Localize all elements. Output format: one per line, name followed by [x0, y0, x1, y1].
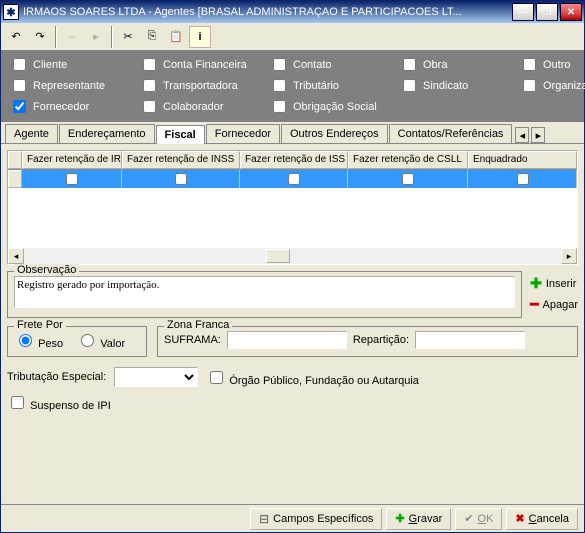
- scroll-right-icon[interactable]: ▸: [561, 248, 577, 264]
- close-button[interactable]: ✕: [560, 3, 582, 21]
- copy-icon[interactable]: ⎘: [141, 26, 163, 48]
- filter-organizacao[interactable]: Organização: [519, 76, 585, 95]
- undo-icon[interactable]: ↶: [5, 26, 27, 48]
- cell-inss-check[interactable]: [175, 173, 187, 185]
- observacao-group: Observação: [7, 271, 522, 318]
- tab-content: Fazer retenção de IR Fazer retenção de I…: [1, 144, 584, 504]
- app-icon: ✱: [3, 4, 19, 20]
- ok-button[interactable]: ✔OK: [455, 508, 502, 530]
- first-icon[interactable]: –: [61, 26, 83, 48]
- filter-contato[interactable]: Contato: [269, 55, 399, 74]
- plus-icon: ✚: [395, 512, 404, 525]
- redo-icon[interactable]: ↷: [29, 26, 51, 48]
- tab-scroll-right[interactable]: ▸: [531, 127, 545, 143]
- restore-button[interactable]: ❐: [536, 3, 558, 21]
- cell-csll-check[interactable]: [402, 173, 414, 185]
- filter-sindicato[interactable]: Sindicato: [399, 76, 519, 95]
- minus-icon: ━: [530, 296, 538, 313]
- tributacao-select[interactable]: [114, 367, 198, 387]
- check-icon: ✔: [464, 512, 473, 525]
- cancela-button[interactable]: ✖Cancela: [506, 508, 578, 530]
- reparticao-input[interactable]: [415, 331, 525, 349]
- filter-cliente[interactable]: Cliente: [9, 55, 139, 74]
- tree-icon: ⊟: [259, 512, 269, 526]
- apagar-button[interactable]: ━Apagar: [530, 296, 578, 313]
- frete-peso-radio[interactable]: Peso: [14, 338, 63, 350]
- suframa-label: SUFRAMA:: [164, 334, 221, 346]
- toolbar: ↶ ↷ – ▸ ✂ ⎘ 📋 i: [1, 23, 584, 51]
- table-row[interactable]: [8, 170, 577, 188]
- col-ir[interactable]: Fazer retenção de IR: [22, 151, 122, 169]
- cut-icon[interactable]: ✂: [117, 26, 139, 48]
- suframa-input[interactable]: [227, 331, 347, 349]
- bottom-bar: ⊟Campos Específicos ✚Gravar ✔OK ✖Cancela: [1, 504, 584, 532]
- filter-conta-financeira[interactable]: Conta Financeira: [139, 55, 269, 74]
- tab-fiscal[interactable]: Fiscal: [156, 125, 205, 144]
- tabstrip: Agente Endereçamento Fiscal Fornecedor O…: [1, 122, 584, 144]
- col-enquadrado[interactable]: Enquadrado: [468, 151, 577, 169]
- inserir-button[interactable]: ✚Inserir: [530, 275, 578, 292]
- paste-icon[interactable]: 📋: [165, 26, 187, 48]
- cell-ir-check[interactable]: [66, 173, 78, 185]
- titlebar: ✱ IRMAOS SOARES LTDA - Agentes [BRASAL A…: [1, 1, 584, 23]
- plus-icon: ✚: [530, 275, 542, 292]
- tab-outros-enderecos[interactable]: Outros Endereços: [281, 124, 388, 143]
- col-iss[interactable]: Fazer retenção de ISS: [240, 151, 348, 169]
- info-icon[interactable]: i: [189, 26, 211, 48]
- reparticao-label: Repartição:: [353, 334, 409, 346]
- tab-scroll-left[interactable]: ◂: [515, 127, 529, 143]
- retencao-grid[interactable]: Fazer retenção de IR Fazer retenção de I…: [7, 150, 578, 265]
- frete-legend: Frete Por: [14, 319, 66, 331]
- tributacao-label: Tributação Especial:: [7, 371, 106, 383]
- tab-enderecamento[interactable]: Endereçamento: [59, 124, 155, 143]
- cell-enq-check[interactable]: [517, 173, 529, 185]
- frete-group: Frete Por Peso Valor: [7, 326, 147, 357]
- suspenso-ipi-check[interactable]: Suspenso de IPI: [7, 400, 111, 412]
- minimize-button[interactable]: —: [512, 3, 534, 21]
- filter-tributario[interactable]: Tributário: [269, 76, 399, 95]
- cell-iss-check[interactable]: [288, 173, 300, 185]
- tab-contatos-referencias[interactable]: Contatos/Referências: [389, 124, 513, 143]
- last-icon[interactable]: ▸: [85, 26, 107, 48]
- grid-header: Fazer retenção de IR Fazer retenção de I…: [8, 151, 577, 170]
- filter-panel: Cliente Conta Financeira Contato Obra Ou…: [1, 51, 584, 122]
- filter-obrigacao-social[interactable]: Obrigação Social: [269, 97, 399, 116]
- zona-franca-group: Zona Franca SUFRAMA: Repartição:: [157, 326, 578, 357]
- orgao-publico-check[interactable]: Órgão Público, Fundação ou Autarquia: [206, 368, 419, 387]
- tab-fornecedor[interactable]: Fornecedor: [206, 124, 280, 143]
- zona-legend: Zona Franca: [164, 319, 232, 331]
- gravar-button[interactable]: ✚Gravar: [386, 508, 451, 530]
- filter-transportadora[interactable]: Transportadora: [139, 76, 269, 95]
- grid-hscroll[interactable]: ◂ ▸: [8, 248, 577, 264]
- app-window: ✱ IRMAOS SOARES LTDA - Agentes [BRASAL A…: [0, 0, 585, 533]
- filter-obra[interactable]: Obra: [399, 55, 519, 74]
- filter-representante[interactable]: Representante: [9, 76, 139, 95]
- filter-outro[interactable]: Outro: [519, 55, 585, 74]
- filter-colaborador[interactable]: Colaborador: [139, 97, 269, 116]
- scroll-thumb[interactable]: [266, 249, 290, 263]
- window-title: IRMAOS SOARES LTDA - Agentes [BRASAL ADM…: [23, 6, 512, 18]
- filter-fornecedor[interactable]: Fornecedor: [9, 97, 139, 116]
- col-csll[interactable]: Fazer retenção de CSLL: [348, 151, 468, 169]
- x-icon: ✖: [515, 512, 524, 525]
- tab-agente[interactable]: Agente: [5, 124, 58, 143]
- observacao-legend: Observação: [14, 264, 79, 276]
- frete-valor-radio[interactable]: Valor: [76, 338, 125, 350]
- scroll-left-icon[interactable]: ◂: [8, 248, 24, 264]
- campos-especificos-button[interactable]: ⊟Campos Específicos: [250, 508, 382, 530]
- col-inss[interactable]: Fazer retenção de INSS: [122, 151, 240, 169]
- observacao-input[interactable]: [14, 276, 515, 308]
